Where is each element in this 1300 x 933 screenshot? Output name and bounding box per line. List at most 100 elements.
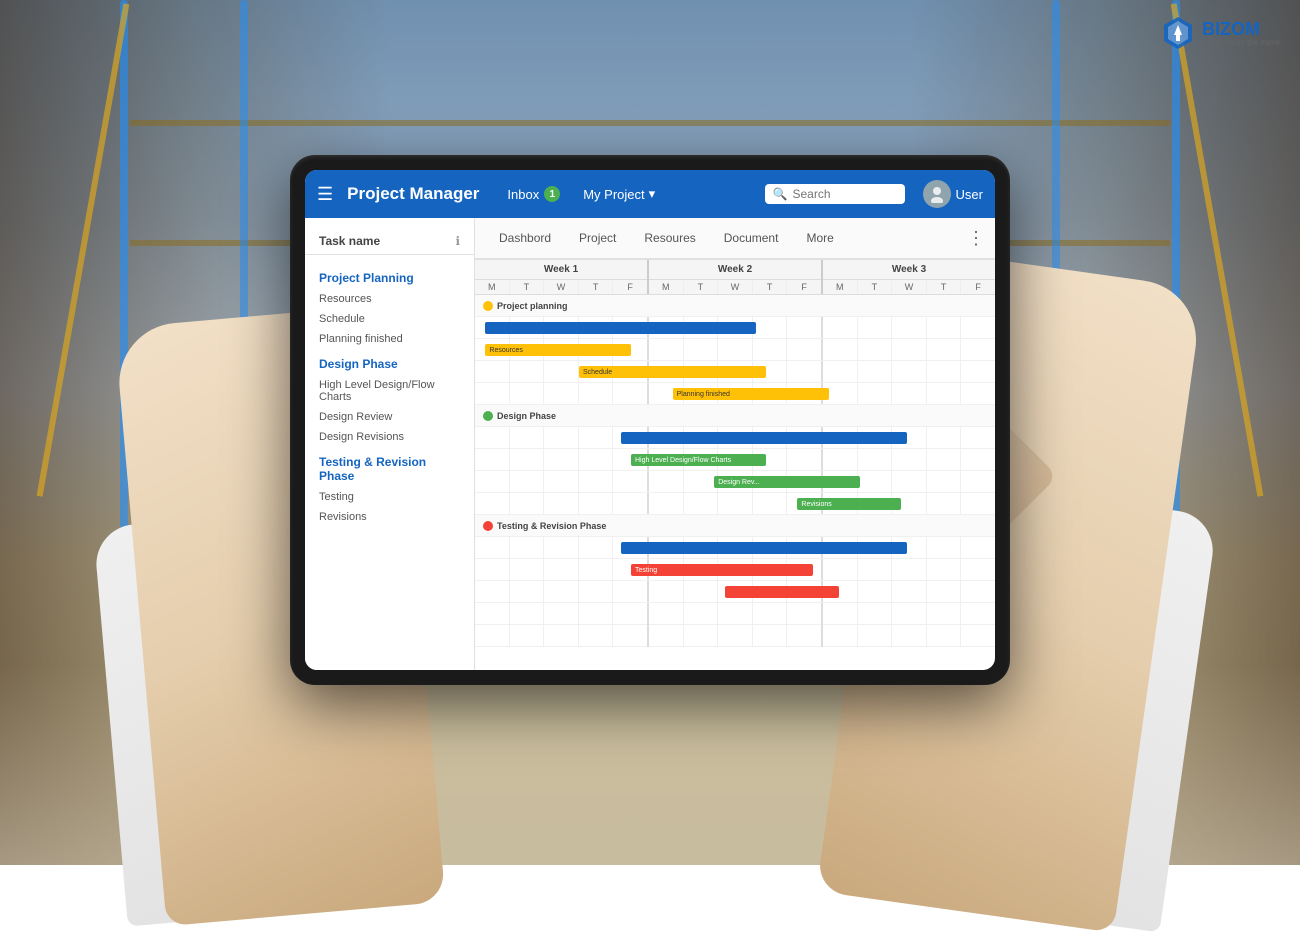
gantt-row-revisions-bar [475, 581, 995, 603]
bar-design-revisions: Revisions [797, 498, 901, 510]
bar-resources: Resources [485, 344, 631, 356]
more-options-icon[interactable]: ⋮ [967, 228, 985, 249]
project-planning-dot [483, 301, 493, 311]
day-cell: T [510, 280, 545, 294]
sidebar-header-text: Task name [319, 234, 380, 248]
bar-hld-label: High Level Design/Flow Charts [635, 457, 731, 464]
bar-design-revisions-label: Revisions [801, 501, 831, 508]
project-planning-label: Project planning [497, 301, 568, 311]
bar-planning-finished: Planning finished [673, 388, 829, 400]
gantt-row-schedule: Schedule [475, 361, 995, 383]
gantt-chart: Week 1 M T W T F Week 2 [475, 260, 995, 670]
sidebar-section-project-planning: Project Planning [305, 263, 474, 289]
day-cell: T [684, 280, 719, 294]
bizom-text: BIZOM business on the move [1202, 20, 1280, 47]
bizom-icon [1160, 15, 1196, 51]
gantt-row-design-phase-header: Design Phase [475, 405, 995, 427]
search-bar[interactable]: 🔍 [765, 184, 905, 204]
gantt-row-testing-bar: Testing [475, 559, 995, 581]
sidebar-item-planning-finished[interactable]: Planning finished [305, 329, 474, 349]
tab-project[interactable]: Project [565, 219, 630, 259]
project-label: My Project [583, 187, 644, 202]
day-cell: W [892, 280, 927, 294]
sidebar-section-design-phase: Design Phase [305, 349, 474, 375]
design-phase-label: Design Phase [497, 411, 556, 421]
app-title: Project Manager [347, 184, 479, 204]
sidebar-item-resources[interactable]: Resources [305, 289, 474, 309]
design-phase-dot [483, 411, 493, 421]
gantt-row-design-revisions: Revisions [475, 493, 995, 515]
day-cell: F [961, 280, 995, 294]
sidebar-item-design-review[interactable]: Design Review [305, 407, 474, 427]
gantt-bars-area: Project planning Resources [475, 295, 995, 647]
main-content: Dashbord Project Resoures Document More … [475, 218, 995, 670]
search-input[interactable] [793, 187, 893, 201]
info-icon[interactable]: ℹ [455, 234, 460, 248]
gantt-row-design-review: Design Rev... [475, 471, 995, 493]
gantt-row-empty-2 [475, 625, 995, 647]
week1-label: Week 1 [475, 260, 647, 280]
sidebar: Task name ℹ Project Planning Resources S… [305, 218, 475, 670]
bar-project-planning [485, 322, 755, 334]
tablet-frame: ☰ Project Manager Inbox 1 My Project ▾ 🔍 [290, 155, 1010, 685]
day-cell: M [475, 280, 510, 294]
bar-testing: Testing [631, 564, 813, 576]
gantt-row-hld: High Level Design/Flow Charts [475, 449, 995, 471]
gantt-row-dp-bar [475, 427, 995, 449]
chevron-down-icon: ▾ [649, 186, 656, 202]
tab-more[interactable]: More [792, 219, 847, 259]
sidebar-item-revisions[interactable]: Revisions [305, 507, 474, 527]
bar-design-review-label: Design Rev... [718, 479, 760, 486]
bar-schedule-label: Schedule [583, 369, 612, 376]
avatar [923, 180, 951, 208]
sidebar-item-high-level-design[interactable]: High Level Design/Flow Charts [305, 375, 474, 407]
gantt-row-tr-bar [475, 537, 995, 559]
day-cell: M [823, 280, 858, 294]
testing-phase-dot [483, 521, 493, 531]
inbox-section[interactable]: Inbox 1 [507, 186, 560, 202]
week2-label: Week 2 [649, 260, 821, 280]
day-cell: T [927, 280, 962, 294]
tab-dashbord[interactable]: Dashbord [485, 219, 565, 259]
gantt-row-resources: Resources [475, 339, 995, 361]
day-cell: W [718, 280, 753, 294]
day-cell: W [544, 280, 579, 294]
gantt-row-pp-bar [475, 317, 995, 339]
tabs-navigation: Dashbord Project Resoures Document More … [475, 218, 995, 260]
app-header: ☰ Project Manager Inbox 1 My Project ▾ 🔍 [305, 170, 995, 218]
gantt-row-empty-1 [475, 603, 995, 625]
sidebar-item-schedule[interactable]: Schedule [305, 309, 474, 329]
sidebar-header: Task name ℹ [305, 228, 474, 255]
day-cell: T [858, 280, 893, 294]
testing-phase-label: Testing & Revision Phase [497, 521, 606, 531]
tab-document[interactable]: Document [710, 219, 793, 259]
app-body: Task name ℹ Project Planning Resources S… [305, 218, 995, 670]
gantt-row-project-planning-header: Project planning [475, 295, 995, 317]
day-cell: F [613, 280, 647, 294]
sidebar-item-testing[interactable]: Testing [305, 487, 474, 507]
day-cell: M [649, 280, 684, 294]
sidebar-section-testing: Testing & Revision Phase [305, 447, 474, 487]
tablet-container: ☰ Project Manager Inbox 1 My Project ▾ 🔍 [290, 155, 1010, 685]
bizom-logo: BIZOM business on the move [1160, 15, 1280, 51]
day-cell: T [753, 280, 788, 294]
inbox-badge: 1 [544, 186, 560, 202]
project-dropdown[interactable]: My Project ▾ [583, 186, 655, 202]
bar-design-phase [621, 432, 907, 444]
gantt-row-planning-finished: Planning finished [475, 383, 995, 405]
bar-testing-label: Testing [635, 567, 657, 574]
bar-testing-revision [621, 542, 907, 554]
bar-schedule: Schedule [579, 366, 766, 378]
tablet-screen: ☰ Project Manager Inbox 1 My Project ▾ 🔍 [305, 170, 995, 670]
week3-label: Week 3 [823, 260, 995, 280]
sidebar-item-design-revisions[interactable]: Design Revisions [305, 427, 474, 447]
gantt-week-headers: Week 1 M T W T F Week 2 [475, 260, 995, 295]
bar-revisions [725, 586, 839, 598]
menu-icon[interactable]: ☰ [317, 184, 333, 205]
tab-resoures[interactable]: Resoures [630, 219, 709, 259]
bar-resources-label: Resources [489, 347, 522, 354]
bar-planning-finished-label: Planning finished [677, 391, 730, 398]
user-label: User [956, 187, 983, 202]
user-section[interactable]: User [923, 180, 983, 208]
bar-design-review: Design Rev... [714, 476, 860, 488]
